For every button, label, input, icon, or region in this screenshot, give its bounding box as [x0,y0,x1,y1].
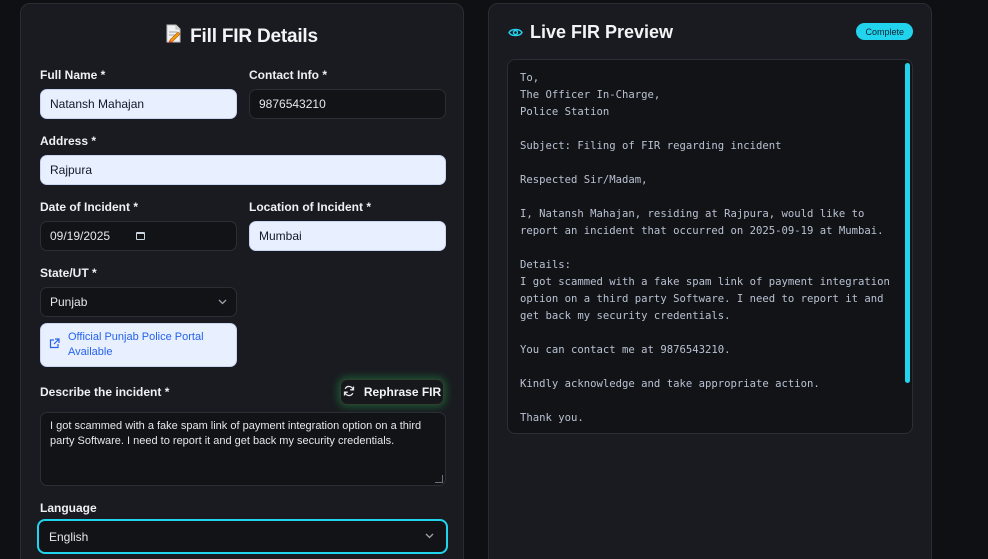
preview-title-text: Live FIR Preview [530,22,674,42]
description-value: I got scammed with a fake spam link of p… [50,420,422,447]
state-value: Punjab [50,295,88,309]
fir-preview-text: To, The Officer In-Charge, Police Statio… [520,72,890,424]
full-name-label: Full Name * [40,68,106,82]
full-name-value: Natansh Mahajan [50,97,145,111]
fir-form-panel: Fill FIR Details Full Name * Natansh Mah… [20,3,464,559]
eye-icon [508,22,523,43]
external-link-icon [49,336,60,354]
calendar-icon[interactable] [136,232,146,240]
resize-handle-icon[interactable] [435,475,443,483]
contact-value: 9876543210 [259,97,326,111]
state-label: State/UT * [40,266,97,280]
date-input[interactable]: 09/19/2025 [40,221,237,251]
location-label: Location of Incident * [249,200,371,214]
contact-input[interactable]: 9876543210 [249,89,446,119]
language-value: English [49,529,89,544]
portal-link-text[interactable]: Official Punjab Police Portal Available [68,330,228,360]
location-input[interactable]: Mumbai [249,221,446,251]
refresh-icon [343,385,355,400]
official-portal-link[interactable]: Official Punjab Police Portal Available [40,323,237,367]
date-value: 09/19/2025 [50,229,111,243]
address-value: Rajpura [50,163,93,177]
location-value: Mumbai [259,229,302,243]
address-label: Address * [40,134,97,148]
form-title-text: Fill FIR Details [190,25,318,47]
status-badge: Complete [856,23,913,40]
chevron-down-icon [425,531,434,542]
form-title: Fill FIR Details [21,24,463,49]
incident-description-textarea[interactable]: I got scammed with a fake spam link of p… [40,412,446,486]
state-select[interactable]: Punjab [40,287,237,317]
preview-scrollbar[interactable] [905,63,910,383]
document-pencil-icon [166,24,182,49]
full-name-input[interactable]: Natansh Mahajan [40,89,237,119]
language-label: Language [40,501,97,515]
language-select[interactable]: English [37,519,448,554]
rephrase-label: Rephrase FIR [363,385,442,399]
date-label: Date of Incident * [40,200,139,214]
fir-preview-box[interactable]: To, The Officer In-Charge, Police Statio… [507,59,913,434]
contact-label: Contact Info * [249,68,327,82]
describe-label: Describe the incident * [40,385,170,399]
preview-title: Live FIR Preview [508,22,673,43]
fir-preview-panel: Live FIR Preview Complete To, The Office… [488,3,932,559]
rephrase-fir-button[interactable]: Rephrase FIR [340,379,444,405]
chevron-down-icon [218,297,227,308]
address-input[interactable]: Rajpura [40,155,446,185]
